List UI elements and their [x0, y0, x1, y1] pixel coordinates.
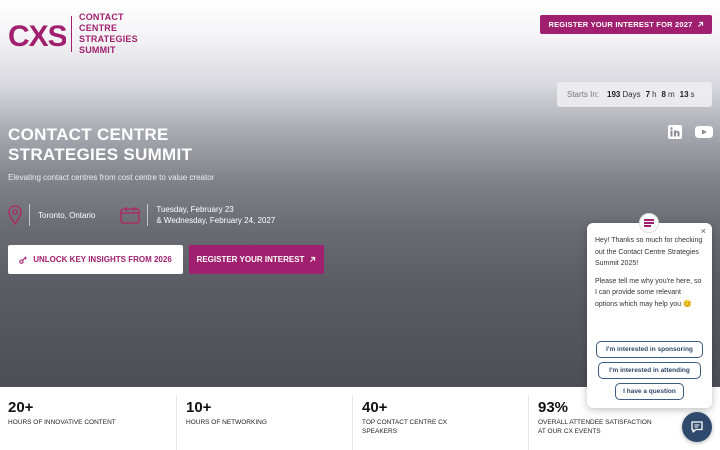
arrow-up-right-icon — [697, 21, 703, 27]
event-location: Toronto, Ontario — [38, 210, 96, 220]
stat-item: 40+ TOP CONTACT CENTRE CX SPEAKERS — [352, 395, 528, 450]
unlock-insights-label: UNLOCK KEY INSIGHTS FROM 2026 — [33, 255, 172, 264]
register-interest-2027-button[interactable]: REGISTER YOUR INTEREST FOR 2027 — [540, 15, 712, 34]
site-logo[interactable]: CXS CONTACT CENTRE STRATEGIES SUMMIT — [8, 12, 138, 56]
title-line: CONTACT CENTRE — [8, 125, 169, 144]
countdown-minutes: 8 — [661, 90, 666, 99]
countdown-seconds: 13 — [679, 90, 689, 99]
chat-widget: × Hey! Thanks so much for checking out t… — [587, 223, 712, 408]
cxs-logo-mark: CXS — [8, 20, 66, 53]
register-interest-label: REGISTER YOUR INTEREST — [196, 255, 305, 264]
countdown-minutes-unit: m — [667, 90, 675, 99]
location-pin-icon — [8, 205, 22, 225]
countdown-days-unit: Days — [622, 90, 641, 99]
youtube-icon[interactable] — [695, 125, 713, 139]
chat-bubble-icon — [691, 421, 703, 433]
chat-option-sponsoring[interactable]: I'm interested in sponsoring — [596, 341, 703, 358]
chat-message: Please tell me why you're here, so I can… — [595, 277, 702, 308]
chat-option-attending[interactable]: I'm interested in attending — [598, 362, 701, 379]
meta-divider — [147, 204, 149, 226]
event-date-line: Tuesday, February 23 — [156, 205, 234, 214]
logo-line: CONTACT — [79, 12, 124, 22]
stat-label: HOURS OF NETWORKING — [186, 419, 267, 426]
cta-label: REGISTER YOUR INTEREST FOR 2027 — [548, 20, 693, 29]
countdown-label: Starts In: — [567, 90, 600, 99]
logo-line: CENTRE — [79, 23, 118, 33]
stat-item: 10+ HOURS OF NETWORKING — [176, 395, 352, 450]
stat-label: OVERALL ATTENDEE SATISFACTION AT OUR CX … — [538, 419, 652, 435]
logo-line: STRATEGIES — [79, 34, 138, 44]
key-icon — [19, 255, 27, 264]
calendar-icon — [120, 207, 141, 224]
stat-label: HOURS OF INNOVATIVE CONTENT — [8, 419, 116, 426]
stat-number: 10+ — [186, 399, 212, 416]
unlock-insights-button[interactable]: UNLOCK KEY INSIGHTS FROM 2026 — [8, 245, 183, 274]
linkedin-icon[interactable] — [668, 125, 682, 139]
countdown-hours-unit: h — [652, 90, 657, 99]
countdown-timer: Starts In: 193 Days 7h 8m 13 s — [557, 82, 712, 107]
hero-tagline: Elevating contact centres from cost cent… — [8, 173, 215, 182]
page-title: CONTACT CENTRE STRATEGIES SUMMIT — [8, 125, 192, 165]
event-meta: Toronto, Ontario Tuesday, February 23 & … — [8, 203, 275, 227]
logo-wordmark: CONTACT CENTRE STRATEGIES SUMMIT — [79, 12, 138, 56]
stat-number: 20+ — [8, 399, 34, 416]
stat-number: 40+ — [362, 399, 388, 416]
event-date-line: & Wednesday, February 24, 2027 — [156, 216, 276, 225]
svg-text:CXS: CXS — [8, 20, 66, 53]
chat-launcher-button[interactable] — [682, 412, 712, 442]
stat-label: TOP CONTACT CENTRE CX SPEAKERS — [362, 419, 448, 435]
event-date: Tuesday, February 23 & Wednesday, Februa… — [156, 204, 275, 226]
chat-close-icon[interactable]: × — [701, 226, 706, 236]
meta-divider — [29, 204, 30, 226]
countdown-hours: 7 — [645, 90, 651, 99]
chat-avatar-icon — [639, 213, 659, 233]
register-interest-button[interactable]: REGISTER YOUR INTEREST — [189, 245, 324, 274]
countdown-seconds-unit: s — [690, 90, 695, 99]
countdown-days: 193 — [607, 90, 621, 99]
stat-item: 20+ HOURS OF INNOVATIVE CONTENT — [0, 395, 176, 450]
chat-option-question[interactable]: I have a question — [615, 383, 684, 400]
logo-line: SUMMIT — [79, 45, 116, 55]
chat-message: Hey! Thanks so much for checking out the… — [595, 237, 703, 267]
arrow-up-right-icon — [310, 256, 316, 262]
title-line: STRATEGIES SUMMIT — [8, 145, 193, 164]
logo-divider — [71, 16, 72, 52]
